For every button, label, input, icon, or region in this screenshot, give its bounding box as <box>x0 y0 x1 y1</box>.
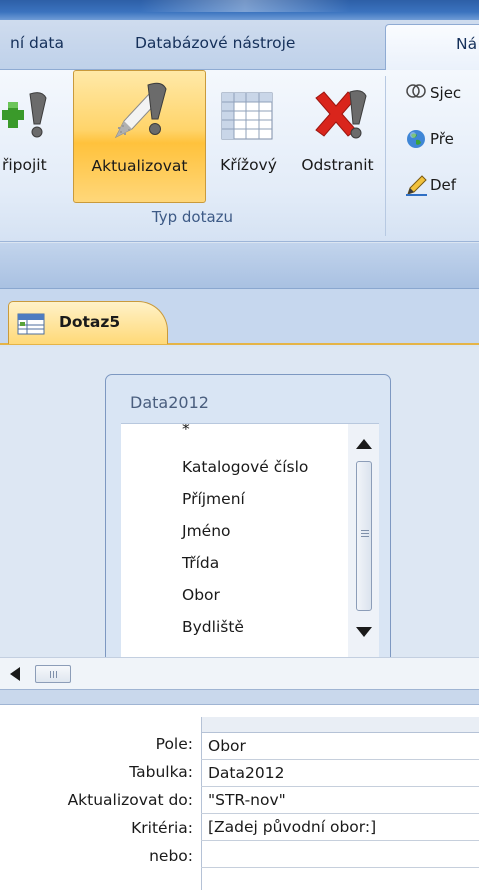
grip-line <box>361 530 369 531</box>
grid-cell-update-to[interactable]: "STR-nov" <box>201 787 479 814</box>
scroll-thumb[interactable] <box>356 461 372 611</box>
title-glint <box>140 0 350 12</box>
table-title: Data2012 <box>130 393 209 412</box>
delete-icon <box>315 90 367 139</box>
grid-cell-criteria[interactable]: [Zadej původní obor:] <box>201 814 479 841</box>
data-definition-label: Def <box>430 176 457 194</box>
ribbon-tab-row: ní data Databázové nástroje Ná <box>0 20 479 71</box>
query-design-grid: Pole: Obor Tabulka: Data2012 Aktualizova… <box>0 705 479 890</box>
field-item[interactable]: Obor <box>182 586 220 604</box>
grip-line <box>361 533 369 534</box>
grid-row-label-field: Pole: <box>155 735 193 753</box>
grip-line <box>56 671 57 678</box>
field-list: * Katalogové číslo Příjmení Jméno Třída … <box>121 423 379 663</box>
query-icon <box>17 313 45 335</box>
grid-row-label-or: nebo: <box>149 847 193 865</box>
query-type-group-label: Typ dotazu <box>151 208 234 226</box>
crosstab-icon <box>221 92 273 140</box>
horizontal-scroll-thumb[interactable] <box>35 665 71 683</box>
query-design-canvas[interactable]: Data2012 * Katalogové číslo Příjmení Jmé… <box>0 347 479 664</box>
grip-line <box>53 671 54 678</box>
delete-label: Odstranit <box>301 156 374 174</box>
append-query-button[interactable]: řipojit <box>0 70 72 203</box>
field-item[interactable]: * <box>182 424 190 438</box>
pencil-icon <box>406 175 427 196</box>
crosstab-query-button[interactable]: Křížový <box>207 70 290 203</box>
field-item[interactable]: Bydliště <box>182 618 244 636</box>
scroll-left-icon[interactable] <box>10 667 20 681</box>
document-tab-dotaz5[interactable]: Dotaz5 <box>8 301 168 344</box>
grip-line <box>50 671 51 678</box>
tab-external-data[interactable]: ní data <box>10 34 64 52</box>
scroll-up-icon[interactable] <box>356 438 372 450</box>
grid-row-label-update-to: Aktualizovat do: <box>67 791 193 809</box>
grid-cell-field[interactable]: Obor <box>201 733 479 760</box>
grid-row-label-criteria: Kritéria: <box>131 819 193 837</box>
grip-line <box>361 536 369 537</box>
grid-row-label-table: Tabulka: <box>129 763 193 781</box>
union-label: Sjec <box>430 84 462 102</box>
tab-query-design[interactable]: Ná <box>385 24 479 71</box>
scroll-down-icon[interactable] <box>356 626 372 638</box>
document-tab-strip: Dotaz5 <box>0 289 479 345</box>
update-label: Aktualizovat <box>91 157 188 175</box>
pane-splitter[interactable] <box>0 689 479 705</box>
group-separator <box>385 76 386 236</box>
window-title-strip <box>0 0 479 20</box>
passthrough-label: Pře <box>430 130 454 148</box>
column-selector[interactable] <box>202 717 479 733</box>
grid-cell-value: Data2012 <box>208 764 285 782</box>
ribbon-bottom-band <box>0 243 479 289</box>
ribbon-panel: řipojit Aktualizovat Křížový Odstranit T… <box>0 70 479 242</box>
crosstab-label: Křížový <box>220 156 277 174</box>
grid-cell-value: "STR-nov" <box>208 791 286 809</box>
delete-query-button[interactable]: Odstranit <box>290 70 385 203</box>
update-query-button[interactable]: Aktualizovat <box>73 70 206 203</box>
grid-cell-value: [Zadej původní obor:] <box>208 818 377 836</box>
field-list-scrollbar[interactable] <box>348 424 379 663</box>
update-icon <box>114 82 167 139</box>
canvas-horizontal-scrollbar[interactable] <box>0 657 479 689</box>
append-label: řipojit <box>2 156 47 174</box>
union-icon <box>406 84 426 98</box>
globe-icon <box>407 130 425 148</box>
field-item[interactable]: Jméno <box>182 522 231 540</box>
grid-cell-value: Obor <box>208 737 246 755</box>
field-item[interactable]: Katalogové číslo <box>182 458 308 476</box>
field-item[interactable]: Příjmení <box>182 490 245 508</box>
field-item[interactable]: Třída <box>182 554 219 572</box>
grid-cell-or[interactable] <box>201 841 479 868</box>
document-tab-label: Dotaz5 <box>59 313 121 331</box>
table-field-list[interactable]: Data2012 * Katalogové číslo Příjmení Jmé… <box>105 374 391 664</box>
grid-cell-table[interactable]: Data2012 <box>201 760 479 787</box>
tab-database-tools[interactable]: Databázové nástroje <box>135 34 295 52</box>
append-icon <box>2 92 47 138</box>
